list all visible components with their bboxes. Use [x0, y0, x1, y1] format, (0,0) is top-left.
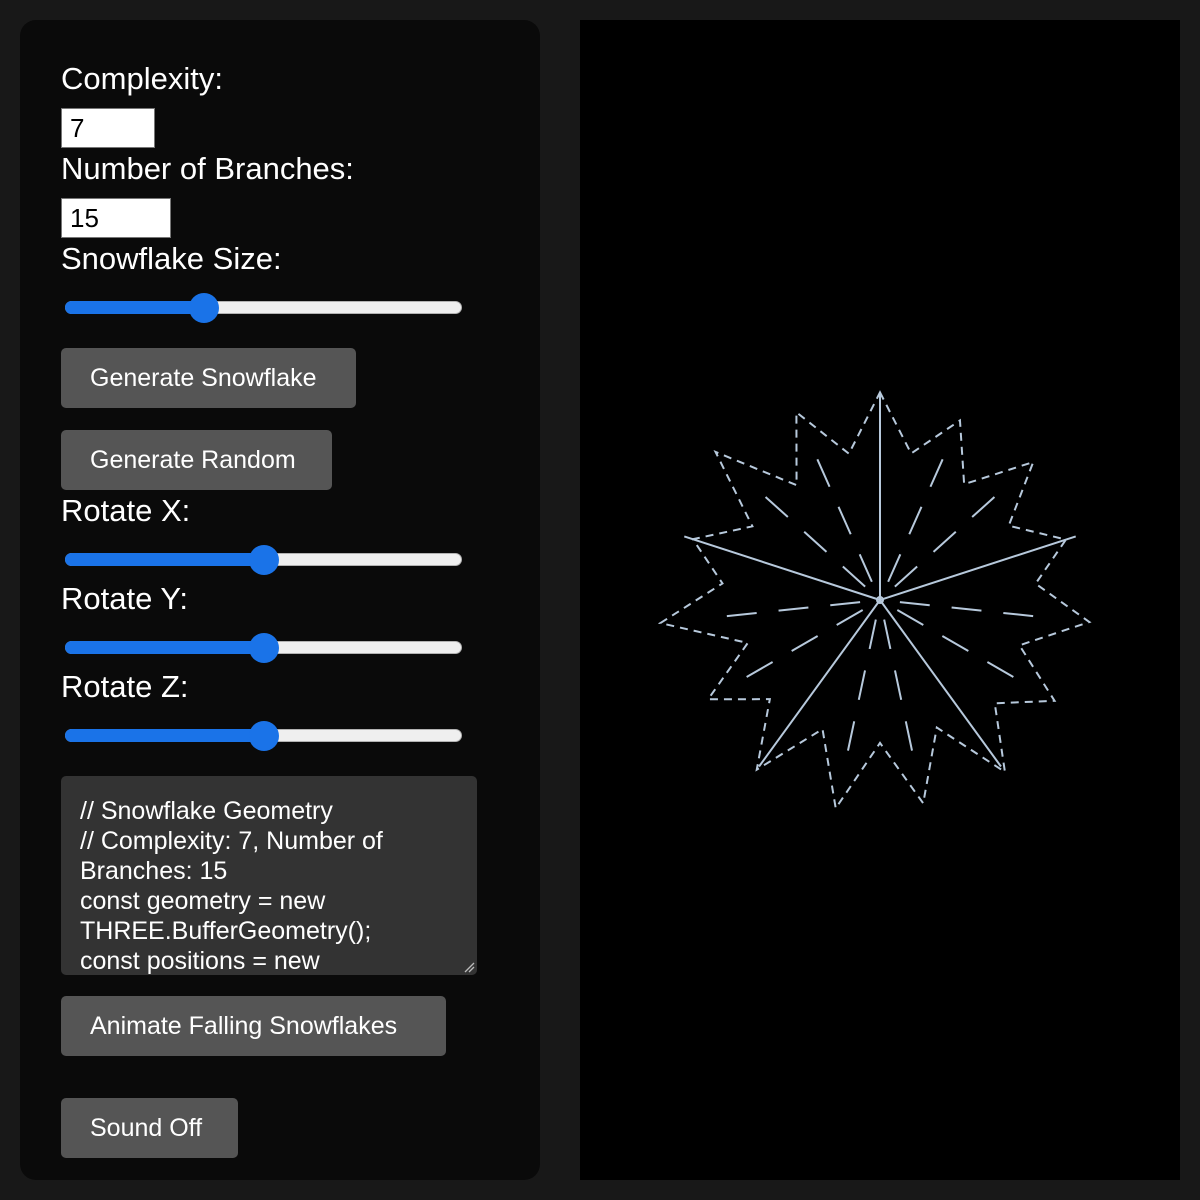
- resize-grip-icon[interactable]: [463, 961, 475, 973]
- rotate-y-slider-thumb[interactable]: [248, 633, 279, 663]
- rotate-x-label: Rotate X:: [61, 493, 191, 528]
- size-slider-thumb[interactable]: [188, 293, 219, 323]
- code-output-text: // Snowflake Geometry // Complexity: 7, …: [80, 797, 383, 975]
- snowflake-arm: [728, 609, 864, 689]
- rotate-z-label: Rotate Z:: [61, 669, 189, 704]
- snowflake-render: [657, 390, 1092, 811]
- snowflake-arm: [683, 535, 881, 601]
- snowflake-arm: [899, 601, 1055, 620]
- snowflake-outline: [657, 390, 1092, 811]
- complexity-label: Complexity:: [61, 61, 223, 96]
- snowflake-arm: [807, 439, 873, 583]
- size-slider[interactable]: [65, 293, 462, 323]
- rotate-y-slider[interactable]: [65, 633, 462, 663]
- animate-falling-button[interactable]: Animate Falling Snowflakes: [61, 996, 446, 1056]
- snowflake-canvas[interactable]: [580, 20, 1180, 1180]
- sound-toggle-button[interactable]: Sound Off: [61, 1098, 238, 1158]
- generate-snowflake-button[interactable]: Generate Snowflake: [61, 348, 356, 408]
- rotate-x-slider-thumb[interactable]: [248, 545, 279, 575]
- snowflake-arm: [749, 482, 866, 588]
- rotate-z-slider[interactable]: [65, 721, 462, 751]
- snowflake-arm: [894, 482, 1011, 588]
- snowflake-arm: [887, 439, 953, 583]
- rotate-y-label: Rotate Y:: [61, 581, 188, 616]
- snowflake-arm: [705, 601, 861, 620]
- rotate-x-slider[interactable]: [65, 545, 462, 575]
- branches-label: Number of Branches:: [61, 151, 354, 186]
- code-output-textarea[interactable]: // Snowflake Geometry // Complexity: 7, …: [61, 776, 477, 975]
- complexity-input[interactable]: [61, 108, 155, 148]
- generate-random-button[interactable]: Generate Random: [61, 430, 332, 490]
- branches-input[interactable]: [61, 198, 171, 238]
- size-label: Snowflake Size:: [61, 241, 282, 276]
- snowflake-arm: [896, 609, 1032, 689]
- rotate-z-slider-thumb[interactable]: [248, 721, 279, 751]
